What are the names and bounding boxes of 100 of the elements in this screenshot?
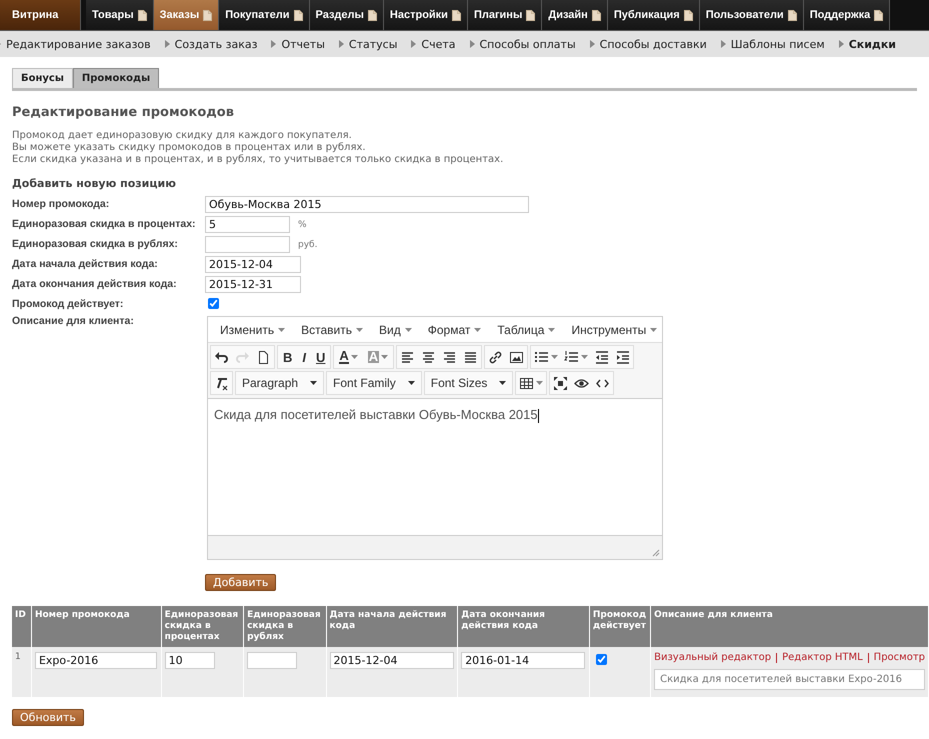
numbered-list-icon [564, 350, 580, 364]
menu-button[interactable]: Вид [371, 321, 420, 339]
caret-icon [278, 328, 286, 332]
toolbar-button[interactable]: U [311, 346, 330, 368]
arrow-icon [838, 40, 844, 48]
align-right-icon [442, 350, 458, 364]
unit-label: % [298, 220, 307, 230]
nav-tab[interactable]: Покупатели [219, 0, 310, 30]
nav-tab[interactable]: Заказы [154, 0, 220, 30]
page-icon [368, 10, 377, 20]
input-field[interactable]: 2015-12-04 [205, 256, 301, 273]
menu-button[interactable]: Формат [420, 321, 490, 339]
nav-tab[interactable]: Разделы [310, 0, 384, 30]
menu-button[interactable]: Вставить [293, 321, 372, 339]
input-field[interactable] [205, 236, 290, 253]
subnav-link[interactable]: Способы оплаты [470, 38, 576, 50]
input-field[interactable]: Expo-2016 [34, 652, 157, 669]
input-field[interactable]: 10 [164, 652, 215, 669]
toolbar-button[interactable]: I [297, 346, 312, 368]
link[interactable]: Визуальный редактор [654, 652, 772, 663]
field-label: Промокод действует: [12, 297, 124, 310]
text-area[interactable]: Скидка для посетителей выставки Expo-2016 [654, 669, 925, 690]
caret-icon [381, 355, 388, 359]
checkbox[interactable] [596, 654, 607, 665]
caret-icon [581, 355, 588, 359]
field-label: Единоразовая скидка в процентах: [12, 217, 197, 230]
align-center-icon [421, 350, 436, 364]
menu-button[interactable]: Таблица [489, 321, 564, 339]
subnav-link[interactable]: Шаблоны писем [720, 38, 825, 50]
page-icon [294, 10, 302, 20]
subnav-link[interactable]: Редактирование заказов [0, 38, 151, 50]
link-icon [488, 350, 504, 364]
align-left-icon [400, 350, 416, 364]
subnav-link[interactable]: Статусы [338, 38, 398, 50]
caret-icon [551, 355, 558, 359]
field-label: Единоразовая скидка в рублях: [12, 237, 179, 250]
field-label: Номер промокода: [12, 197, 110, 210]
input-field[interactable]: 2015-12-04 [330, 652, 454, 669]
arrow-icon [411, 40, 416, 48]
toolbar-button[interactable]: B [278, 346, 298, 368]
input-field[interactable]: 5 [205, 216, 290, 233]
link[interactable]: Просмотр [874, 652, 925, 663]
nav-tab[interactable]: Плагины [468, 0, 542, 30]
add-button[interactable]: Добавить [205, 574, 276, 591]
caret-icon [548, 328, 556, 332]
caret-icon [474, 328, 482, 332]
dropdown[interactable]: Font Family [327, 372, 421, 394]
nav-tab[interactable]: Поддержка [804, 0, 890, 30]
nav-tab[interactable]: Товары [86, 0, 154, 30]
caret-icon [310, 381, 318, 385]
dropdown[interactable]: Paragraph [236, 372, 324, 394]
column-header: ID [12, 606, 32, 647]
tab[interactable]: Промокоды [72, 68, 160, 88]
unit-label: руб. [298, 240, 318, 250]
subnav-link[interactable]: Способы доставки [590, 38, 707, 50]
update-button[interactable]: Обновить [12, 709, 84, 726]
input-field[interactable]: 2015-12-31 [205, 276, 301, 293]
new-document-icon [256, 350, 271, 364]
subnav-link[interactable]: Счета [411, 38, 456, 50]
toolbar-button[interactable]: A [334, 346, 363, 368]
dropdown[interactable]: Font Sizes [424, 372, 512, 394]
field-label: Дата начала действия кода: [12, 257, 159, 270]
nav-tab[interactable]: Витрина [0, 0, 81, 30]
link[interactable]: Редактор HTML [782, 652, 863, 663]
page-title: Редактирование промокодов [12, 105, 235, 120]
caret-icon [536, 381, 544, 385]
input-field[interactable]: 2016-01-14 [461, 652, 586, 669]
justify-icon [463, 350, 478, 364]
indent-icon [615, 350, 630, 364]
arrow-icon [720, 40, 726, 48]
column-header: Единоразовая скидка в процентах [161, 606, 244, 647]
field-label: Описание для клиента: [12, 314, 135, 327]
caret-icon [350, 355, 358, 359]
subnav-link[interactable]: Отчеты [271, 38, 325, 50]
menu-button[interactable]: Инструменты [563, 321, 666, 339]
input-field[interactable] [247, 652, 298, 669]
arrow-icon [338, 40, 344, 48]
nav-tab[interactable]: Настройки [384, 0, 468, 30]
nav-tab[interactable]: Публикация [608, 0, 700, 30]
page-icon [138, 10, 147, 20]
tab[interactable]: Бонусы [12, 68, 73, 88]
nav-tab[interactable]: Пользователи [700, 0, 804, 30]
caret-icon [408, 381, 415, 385]
outdent-icon [594, 350, 610, 364]
description-text: Вы можете указать скидку промокодов в процентах или в рублях. [12, 142, 367, 154]
subnav-link[interactable]: Скидки [838, 38, 896, 50]
subnav-link[interactable]: Создать заказ [164, 38, 258, 50]
column-header: Единоразовая скидка в рублях [244, 606, 326, 647]
caret-icon [404, 328, 412, 332]
bullet-list-icon [534, 350, 550, 364]
menu-button[interactable]: Изменить [212, 321, 294, 339]
page-icon [526, 10, 536, 20]
resize-grip-icon [652, 549, 660, 557]
checkbox[interactable] [208, 298, 219, 309]
column-header: Дата начала действия кода [326, 606, 458, 647]
page-icon [874, 10, 884, 20]
input-field[interactable]: Обувь-Москва 2015 [205, 196, 529, 213]
nav-tab[interactable]: Дизайн [542, 0, 608, 30]
table-icon [519, 376, 534, 390]
editor-text: Скида для посетителей выставки Обувь-Москва 2015 [214, 407, 538, 422]
